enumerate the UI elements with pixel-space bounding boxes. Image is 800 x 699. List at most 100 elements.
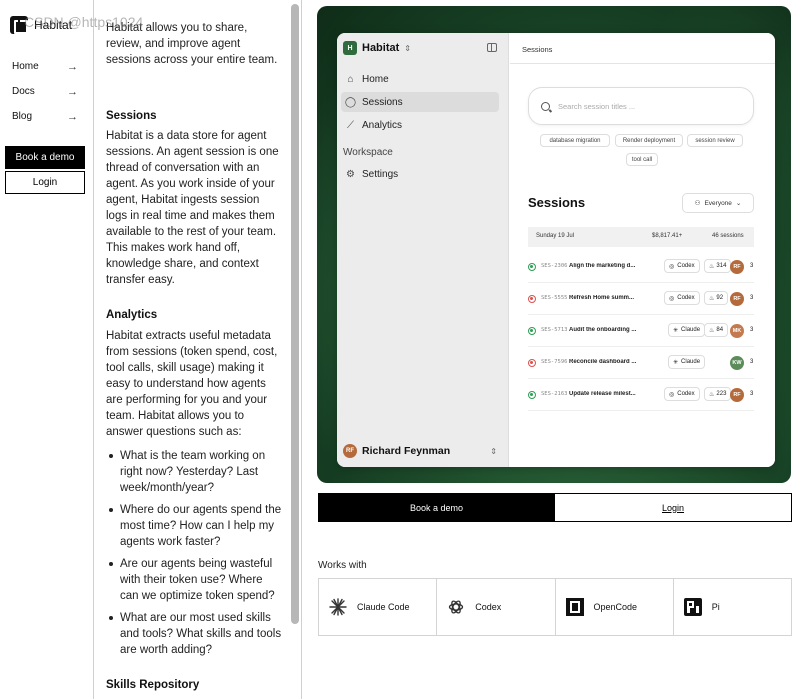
skills-heading: Skills Repository: [106, 679, 200, 691]
day-tokens: $8,817.41+: [652, 233, 683, 239]
token-count: 314: [716, 263, 727, 269]
workspace-switcher[interactable]: H Habitat ⇕: [343, 41, 411, 55]
integration-pi[interactable]: Pi: [674, 579, 791, 635]
sidebar-item-settings[interactable]: ⚙ Settings: [341, 164, 499, 184]
day-date: Sunday 19 Jul: [536, 233, 575, 239]
workspace-logo: H: [343, 41, 357, 55]
claude-icon: [329, 598, 347, 616]
filter-chip[interactable]: session review: [687, 134, 743, 147]
sidebar-item-analytics[interactable]: ⟋ Analytics: [341, 115, 499, 135]
token-badge: ♨ 314: [704, 259, 732, 273]
filter-chip[interactable]: database migration: [540, 134, 610, 147]
row-count: 3: [750, 391, 754, 397]
sidebar-item-sessions[interactable]: ◯ Sessions: [341, 92, 499, 112]
workspace-section-label: Workspace: [343, 147, 393, 158]
app-window: H Habitat ⇕ ⌂ Home ◯ Sessions ⟋ Analytic…: [337, 33, 775, 467]
nav-item-label: Home: [12, 61, 39, 72]
user-name: Richard Feynman: [362, 445, 451, 457]
user-menu[interactable]: RF Richard Feynman ⇕: [343, 444, 497, 458]
arrow-right-icon: →: [67, 111, 78, 123]
arrow-right-icon: →: [67, 61, 78, 73]
integration-label: Claude Code: [357, 602, 410, 612]
people-filter[interactable]: ⚇ Everyone ⌄: [682, 193, 754, 213]
book-demo-button[interactable]: Book a demo: [318, 493, 555, 522]
people-icon: ⚇: [694, 200, 701, 207]
table-row[interactable]: SES-7596 Reconcile dashboard ... ✳ Claude KW…: [528, 347, 754, 379]
nav-item-label: Blog: [12, 111, 33, 122]
analytics-paragraph: Habitat extracts useful metadata from se…: [106, 330, 278, 438]
chevron-updown-icon: ⇕: [404, 43, 411, 53]
agent-label: Claude: [681, 327, 701, 333]
sidebar-item-label: Settings: [362, 168, 399, 180]
analytics-heading: Analytics: [106, 309, 158, 321]
integration-label: OpenCode: [593, 602, 638, 612]
hero-image: H Habitat ⇕ ⌂ Home ◯ Sessions ⟋ Analytic…: [317, 6, 791, 483]
chevron-updown-icon: ⇕: [490, 446, 497, 456]
sidebar-item-label: Sessions: [362, 96, 403, 108]
table-row[interactable]: SES-2163 Update release milest... ◎ Codex ♨ 2…: [528, 379, 754, 411]
agent-badge: ✳ Claude: [668, 323, 706, 337]
session-title: Reconcile dashboard ...: [569, 359, 637, 365]
pi-icon: [683, 598, 702, 616]
token-badge: ♨ 223: [704, 387, 732, 401]
search-icon: [541, 101, 550, 111]
table-row[interactable]: SES-5713 Audit the onboarding ... ✳ Claude ♨…: [528, 315, 754, 347]
nav-item-label: Docs: [12, 86, 35, 97]
row-count: 3: [750, 263, 754, 269]
app-main: Sessions Search session titles ... datab…: [510, 33, 775, 467]
agent-label: Codex: [677, 263, 695, 269]
row-count: 3: [750, 295, 754, 301]
session-id: SES-7596: [541, 359, 568, 365]
login-link[interactable]: Login: [554, 493, 792, 522]
status-icon: [528, 263, 536, 271]
chart-icon: ⟋: [347, 119, 354, 131]
integration-opencode[interactable]: OpenCode: [556, 579, 674, 635]
app-sidebar: H Habitat ⇕ ⌂ Home ◯ Sessions ⟋ Analytic…: [337, 33, 509, 467]
agent-badge: ✳ Claude: [668, 355, 706, 369]
avatar: MK: [730, 324, 744, 338]
agent-badge: ◎ Codex: [664, 291, 700, 305]
nav-item-blog[interactable]: Blog →: [12, 111, 78, 123]
nav-item-docs[interactable]: Docs →: [12, 86, 78, 98]
chat-icon: ◯: [344, 96, 357, 108]
login-button[interactable]: Login: [5, 171, 85, 194]
row-count: 3: [750, 327, 754, 333]
row-count: 3: [750, 359, 754, 365]
works-with-heading: Works with: [318, 560, 367, 571]
sidebar-toggle-icon[interactable]: [487, 43, 497, 52]
agent-icon: ◎: [669, 295, 675, 302]
search-placeholder: Search session titles ...: [558, 101, 636, 111]
nav-item-home[interactable]: Home →: [12, 61, 78, 73]
avatar: RF: [730, 292, 744, 306]
gear-icon: ⚙: [346, 168, 355, 180]
chevron-down-icon: ⌄: [735, 200, 742, 207]
integration-codex[interactable]: Codex: [437, 579, 556, 635]
table-row[interactable]: SES-2306 Align the marketing d... ◎ Codex ♨ 3…: [528, 251, 754, 283]
book-demo-button[interactable]: Book a demo: [5, 146, 85, 169]
table-row[interactable]: SES-5555 Refresh Home summ... ◎ Codex ♨ 92 RF 3: [528, 283, 754, 315]
agent-label: Codex: [677, 295, 695, 301]
session-title: Align the marketing d...: [569, 263, 636, 269]
token-badge: ♨ 84: [704, 323, 729, 337]
sidebar-item-home[interactable]: ⌂ Home: [341, 69, 499, 89]
integration-claude-code[interactable]: Claude Code: [319, 579, 438, 635]
scrollbar-thumb[interactable]: [291, 4, 299, 624]
agent-badge: ◎ Codex: [664, 387, 700, 401]
session-title: Audit the onboarding ...: [569, 327, 637, 333]
filter-chip[interactable]: tool call: [626, 153, 658, 166]
list-item: What is the team working on right now? Y…: [106, 448, 282, 496]
day-group-header: Sunday 19 Jul $8,817.41+ 46 sessions: [528, 227, 754, 247]
status-icon: [528, 359, 536, 367]
sidebar-item-label: Analytics: [362, 119, 403, 131]
list-item: What are our most used skills and tools?…: [106, 610, 282, 658]
sessions-heading: Sessions: [106, 110, 157, 122]
agent-badge: ◎ Codex: [664, 259, 700, 273]
divider: [510, 63, 775, 64]
token-badge: ♨ 92: [704, 291, 729, 305]
day-count: 46 sessions: [712, 233, 744, 239]
token-count: 92: [716, 295, 724, 301]
search-input[interactable]: Search session titles ...: [528, 87, 754, 125]
filter-chip[interactable]: Render deployment: [615, 134, 683, 147]
agent-icon: ◎: [669, 263, 675, 270]
watermark: CSDN @https1024: [24, 14, 144, 30]
